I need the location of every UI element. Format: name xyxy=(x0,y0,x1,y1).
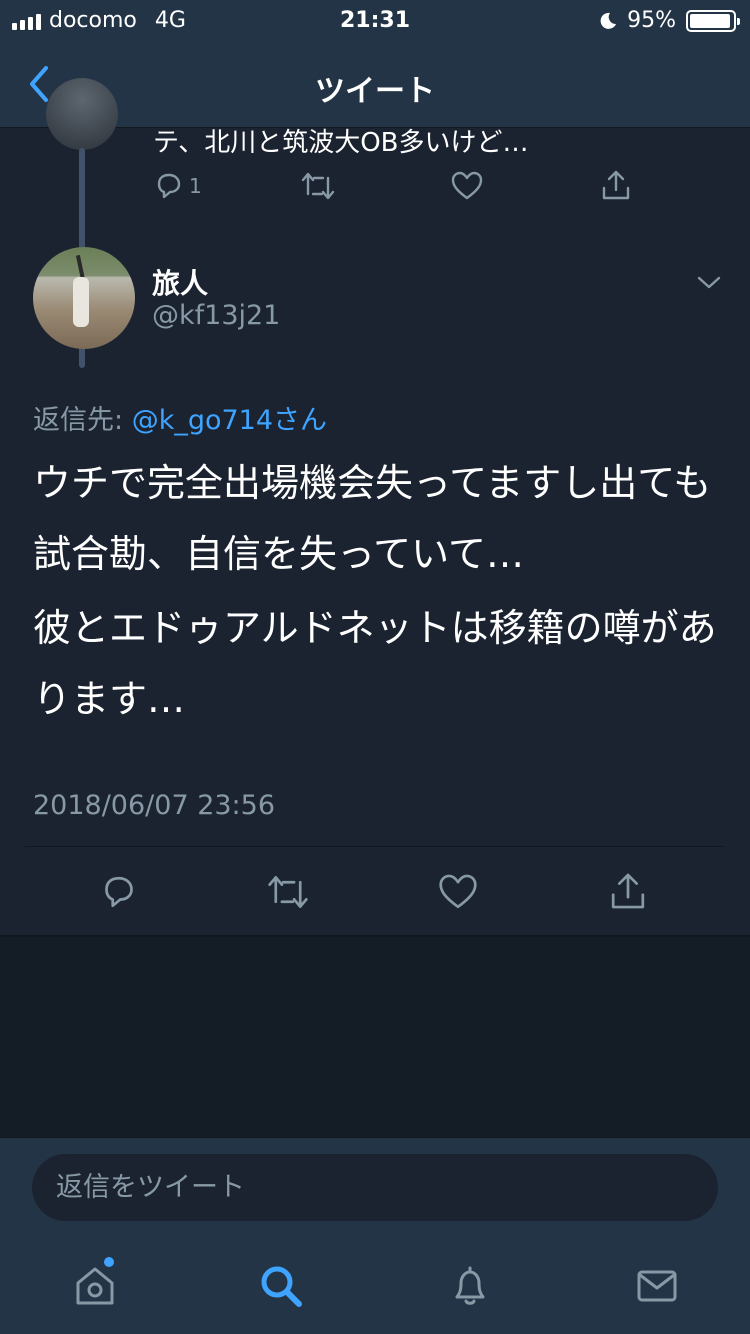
tab-bar xyxy=(0,1237,750,1334)
reply-composer-bar xyxy=(0,1137,750,1237)
reply-to-user-link[interactable]: @k_go714さん xyxy=(132,405,327,436)
battery-percent: 95% xyxy=(627,8,676,33)
share-icon xyxy=(611,873,645,909)
tab-home[interactable] xyxy=(72,1263,118,1309)
chevron-down-icon xyxy=(697,276,721,289)
parent-avatar[interactable] xyxy=(46,78,118,150)
home-icon xyxy=(76,1267,114,1305)
heart-icon xyxy=(451,171,483,200)
tweet-menu-button[interactable] xyxy=(694,270,724,294)
retweet-icon xyxy=(301,172,335,200)
parent-retweet-button[interactable] xyxy=(300,170,336,202)
heart-icon xyxy=(439,874,477,909)
tweet-timestamp: 2018/06/07 23:56 xyxy=(33,790,276,821)
reply-to-prefix: 返信先: xyxy=(33,405,132,436)
parent-reply-button[interactable]: 1 xyxy=(153,170,202,202)
tweet-paragraph: 彼とエドゥアルドネットは移籍の噂があります… xyxy=(33,606,717,721)
retweet-button[interactable] xyxy=(266,872,310,912)
reply-button[interactable] xyxy=(99,872,139,912)
battery-icon xyxy=(686,9,740,32)
author-name[interactable]: 旅人 xyxy=(152,262,208,302)
reply-icon xyxy=(157,173,181,199)
parent-reply-count: 1 xyxy=(189,174,202,198)
reply-to-line: 返信先: @k_go714さん xyxy=(33,398,327,437)
empty-area xyxy=(0,937,750,1137)
status-right: 95% xyxy=(599,8,740,33)
author-handle[interactable]: @kf13j21 xyxy=(152,300,280,331)
moon-icon xyxy=(600,12,617,29)
notifications-icon xyxy=(455,1266,485,1305)
parent-like-button[interactable] xyxy=(450,170,484,202)
tab-search[interactable] xyxy=(258,1263,304,1309)
share-icon xyxy=(602,170,630,200)
battery-level xyxy=(690,13,730,28)
tab-messages[interactable] xyxy=(634,1263,680,1309)
tweet-actions xyxy=(0,862,750,922)
avatar[interactable] xyxy=(33,247,135,349)
reply-input[interactable] xyxy=(32,1154,718,1221)
search-icon xyxy=(261,1266,302,1307)
divider xyxy=(25,846,725,847)
status-bar: docomo 4G 21:31 95% xyxy=(0,0,750,40)
tweet-body: ウチで完全出場機会失ってますし出ても試合勘、自信を失っていて… 彼とエドゥアルド… xyxy=(33,448,723,738)
tab-notifications[interactable] xyxy=(447,1263,493,1309)
messages-icon xyxy=(637,1270,677,1302)
retweet-icon xyxy=(268,875,308,909)
parent-tweet-actions: 1 xyxy=(0,170,750,210)
parent-tweet[interactable]: テ、北川と筑波大OB多いけど… 1 xyxy=(0,78,750,368)
new-tweets-badge xyxy=(104,1257,114,1267)
tweet-paragraph: ウチで完全出場機会失ってますし出ても試合勘、自信を失っていて… xyxy=(33,461,712,576)
like-button[interactable] xyxy=(437,872,479,912)
share-button[interactable] xyxy=(607,870,649,912)
parent-tweet-text: テ、北川と筑波大OB多いけど… xyxy=(153,128,529,158)
reply-icon xyxy=(105,876,133,908)
parent-share-button[interactable] xyxy=(599,168,633,202)
